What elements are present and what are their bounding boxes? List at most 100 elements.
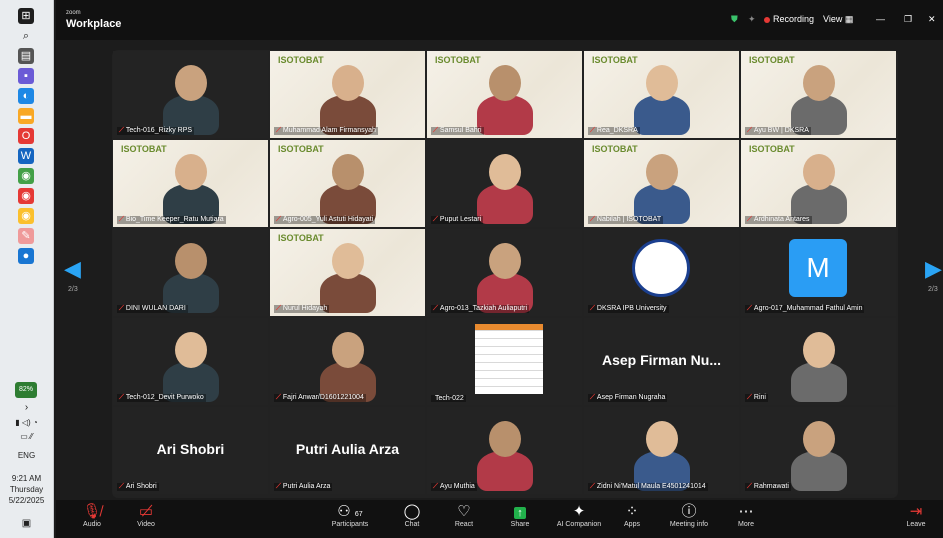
mic-muted-icon: ⟋ [590,394,595,401]
language-indicator[interactable]: ENG [0,451,53,460]
mic-muted-icon: ⟋ [747,305,752,312]
participants-button[interactable]: ⚇ 67 Participants [318,503,382,528]
participant-tile[interactable]: ISOTOBAT ⟋ Samsul Bahri [427,51,582,138]
participant-name-text: Nabilah | ISOTOBAT [596,216,662,223]
chrome-app-icon[interactable]: ◉ [18,168,34,184]
participant-tile[interactable]: ISOTOBAT ⟋ Nurul Hidayah [270,229,425,316]
participant-video [791,451,847,491]
isotobat-logo: ISOTOBAT [592,144,638,154]
participant-tile[interactable]: ⟋ Agro-013_Tazkiah Auliaputri [427,229,582,316]
next-page-arrow[interactable]: ▶ [925,256,942,282]
participant-tile[interactable]: ISOTOBAT ⟋ Muhammad Alam Firmansyah [270,51,425,138]
participant-video [477,451,533,491]
participant-tile[interactable]: ISOTOBAT ⟋ Rea_DKSRA [584,51,739,138]
teams-app-icon[interactable]: ▪ [18,68,34,84]
task-view-icon[interactable]: ▤ [18,48,34,64]
isotobat-logo: ISOTOBAT [121,144,167,154]
share-button[interactable]: ↑ Share [492,503,548,528]
search-icon[interactable]: ⌕ [18,28,34,44]
mic-muted-icon: ⟋ [276,216,281,223]
participant-tile[interactable]: ⟋ Puput Lestari [427,140,582,227]
participant-name-text: Samsul Bahri [439,127,482,134]
opera-app-icon[interactable]: O [18,128,34,144]
security-shield-icon[interactable]: ⛊ [731,14,738,25]
chrome-profile-icon[interactable]: ◉ [18,188,34,204]
network-icons[interactable]: ▭ ⁄⁄ [0,432,53,441]
participant-name-label: ⟋ Ayu Muthia [431,483,477,491]
participants-count: 67 [354,511,363,518]
participant-tile[interactable]: M ⟋ Agro-017_Muhammad Fathul Amin [741,229,896,316]
participant-tile[interactable]: ISOTOBAT ⟋ Ardhinata Antares [741,140,896,227]
system-tray-icons[interactable]: ▮ ◁) ◔ [0,418,53,427]
chevron-up-icon[interactable]: › [0,402,53,413]
isotobat-logo: ISOTOBAT [278,55,324,65]
mic-muted-icon: ⟋ [590,216,595,223]
chrome-alt-icon[interactable]: ◉ [18,208,34,224]
video-button[interactable]: ▭̸ Video [118,503,174,528]
paint-app-icon[interactable]: ✎ [18,228,34,244]
participant-tile[interactable]: Asep Firman Nu... ⟋ Asep Firman Nugraha [584,318,739,405]
title-bar: zoom Workplace ⛊ ✦ Recording View ▦ — ❐ … [56,0,943,40]
participant-tile[interactable]: ⟋ Zidni Ni'Matul Maula E4501241014 [584,407,739,494]
participant-tile[interactable]: ⟋ DKSRA IPB University [584,229,739,316]
react-button[interactable]: ♡ React [436,503,492,528]
mic-muted-icon: ⟋ [433,483,438,490]
participant-tile[interactable]: ⟋ Fajri Anwar/D1601221004 [270,318,425,405]
previous-page-arrow[interactable]: ◀ [64,256,81,282]
participant-name-text: Ayu BW | DKSRA [753,127,809,134]
mic-muted-icon: ⟋ [747,127,752,134]
participant-tile[interactable]: ⟋ Ayu Muthia [427,407,582,494]
edge-app-icon[interactable]: ◐ [18,88,34,104]
participant-tile[interactable]: ⟋ Rahmawati [741,407,896,494]
minimize-button[interactable]: — [876,14,885,24]
chat-button[interactable]: ◯ Chat [384,503,440,528]
participant-name-label: ⟋ Agro-017_Muhammad Fathul Amin [745,305,865,313]
notification-icon[interactable]: ▣ [0,518,53,529]
zoom-app-icon[interactable]: ● [18,248,34,264]
leave-button[interactable]: ⇥ Leave [894,503,938,528]
audio-button[interactable]: 🎙︎̸ Audio [64,503,120,528]
participant-name-text: Zidni Ni'Matul Maula E4501241014 [596,483,706,490]
participant-name-text: Puput Lestari [439,216,482,223]
participant-tile[interactable]: ⟋ DINI WULAN DARI [113,229,268,316]
participant-tile[interactable]: Tech-022 [427,318,582,405]
participant-name-text: Putri Aulia Arza [282,483,331,490]
meeting-toolbar: 🎙︎̸ Audio ▭̸ Video ⚇ 67 Participants ◯ Chat … [56,500,943,538]
file-explorer-icon[interactable]: ▬ [18,108,34,124]
apps-button[interactable]: ⁘ Apps [604,503,660,528]
participant-tile[interactable]: ⟋ Tech-016_Rizky RPS [113,51,268,138]
participant-name-text: Ari Shobri [125,483,157,490]
participant-tile[interactable]: Putri Aulia Arza ⟋ Putri Aulia Arza [270,407,425,494]
participant-video [634,95,690,135]
participant-face [803,421,835,457]
participant-tile[interactable]: Ari Shobri ⟋ Ari Shobri [113,407,268,494]
participant-name-text: Rini [753,394,766,401]
mic-muted-icon: 🎙︎̸ [82,503,102,520]
participant-gallery: ⟋ Tech-016_Rizky RPS ISOTOBAT ⟋ Muhammad Ala… [112,50,898,498]
participant-tile[interactable]: ISOTOBAT ⟋ Nabilah | ISOTOBAT [584,140,739,227]
mic-muted-icon: ⟋ [433,216,438,223]
participant-tile[interactable]: ISOTOBAT ⟋ Ayu BW | DKSRA [741,51,896,138]
clock-time[interactable]: 9:21 AM [0,474,53,483]
participant-name-label: Tech-022 [431,395,466,402]
participant-tile[interactable]: ISOTOBAT ⟋ Agro-005_Yuli Astuti Hidayati [270,140,425,227]
close-button[interactable]: ✕ [928,14,936,25]
participant-face [175,65,207,101]
view-menu[interactable]: View ▦ [823,14,853,25]
participant-tile[interactable]: ⟋ Rini [741,318,896,405]
maximize-button[interactable]: ❐ [904,14,912,25]
word-app-icon[interactable]: W [18,148,34,164]
windows-start-icon[interactable]: ⊞ [18,8,34,24]
participant-name-label: ⟋ Rini [745,394,768,402]
avatar-initial: M [789,239,847,297]
more-button[interactable]: ⋯ More [718,503,774,528]
ai-companion-button[interactable]: ✦ AI Companion [546,503,612,528]
participant-tile[interactable]: ISOTOBAT ⟋ Bio_Time Keeper_Ratu Mutiara [113,140,268,227]
isotobat-logo: ISOTOBAT [592,55,638,65]
meeting-info-button[interactable]: ⓘ Meeting info [658,503,720,528]
participant-tile[interactable]: ⟋ Tech-012_Devit Purwoko [113,318,268,405]
recording-indicator[interactable]: Recording [764,14,814,24]
participant-display-name: Ari Shobri [156,441,225,457]
mic-muted-icon: ⟋ [119,305,124,312]
page-indicator-left: 2/3 [68,286,78,293]
